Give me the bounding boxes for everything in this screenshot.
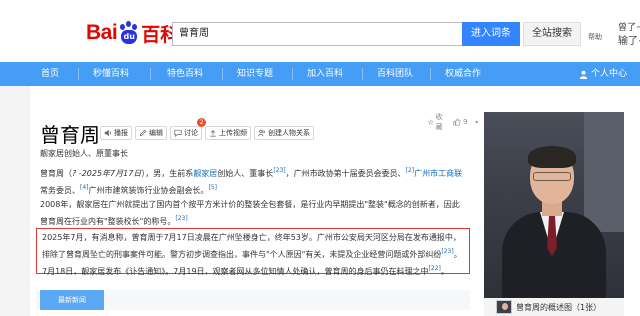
image-caption-label: 曾育周的概述图（1张） [516, 302, 602, 312]
upload-video-label: 上传视频 [219, 129, 247, 137]
upload-video-button[interactable]: 上传视频 [205, 126, 251, 140]
nav-divider [362, 68, 363, 80]
thumbs-up-icon [453, 118, 461, 126]
death-paragraph: 2025年7月，有消息称，曾育周于7月17日凌晨在广州坠楼身亡，终年53岁。广州… [42, 231, 466, 279]
image-caption[interactable]: 曾育周的概述图（1张） [484, 298, 624, 316]
nav-item-team[interactable]: 百科团队 [370, 62, 420, 86]
star-icon [428, 119, 434, 125]
baidu-baike-logo[interactable]: Bai du 百科 [86, 18, 179, 48]
broadcast-label: 播报 [114, 129, 128, 137]
citation[interactable]: [23] [273, 167, 285, 174]
upload-icon [210, 130, 216, 137]
like-count: 9 [463, 118, 468, 126]
user-name-line2[interactable]: 输了~ [618, 32, 640, 47]
pencil-icon [139, 129, 147, 137]
citation[interactable]: [2] [406, 167, 415, 174]
nav-item-join[interactable]: 加入百科 [300, 62, 350, 86]
help-link[interactable]: 帮助 [588, 32, 602, 42]
personal-center-link[interactable]: 个人中心 [568, 62, 638, 86]
edit-label: 编辑 [149, 129, 163, 137]
favorite-button[interactable]: 收藏 [428, 112, 445, 132]
broadcast-button[interactable]: 播报 [100, 126, 132, 140]
entry-content: 收藏 9 1 曾育周 播报 编辑 讨论 2 上传视频 [30, 86, 490, 316]
nav-divider [150, 68, 151, 80]
entry-actions: 播报 编辑 讨论 2 上传视频 创建人物关系 [100, 118, 314, 140]
create-relation-button[interactable]: 创建人物关系 [254, 126, 314, 140]
tab-latest-news[interactable]: 最新新闻 [40, 290, 104, 310]
citation[interactable]: [5] [209, 184, 218, 191]
date-text: ? -2025年7月17日 [72, 169, 142, 178]
portrait-photo[interactable] [484, 112, 624, 298]
enter-entry-button[interactable]: 进入词条 [462, 22, 520, 46]
text: 常务委员、 [40, 186, 80, 195]
entry-title: 曾育周 [40, 123, 100, 147]
search-input[interactable]: 曾育周 [172, 22, 462, 46]
edit-button[interactable]: 编辑 [135, 126, 167, 140]
intro-paragraph: 曾育周（? -2025年7月17日），男，生前系靓家居创始人、董事长[23]，广… [40, 164, 465, 198]
nav-item-featured[interactable]: 特色百科 [160, 62, 210, 86]
text: 2008年，靓家居在广州就提出了国内首个按平方米计价的整装全包套餐，是行业内早期… [40, 200, 460, 226]
history-paragraph: 2008年，靓家居在广州就提出了国内首个按平方米计价的整装全包套餐，是行业内早期… [40, 198, 465, 229]
header: Bai du 百科 曾育周 进入词条 全站搜索 帮助 曾了~ 输了~ [0, 0, 640, 62]
favorite-label: 收藏 [435, 113, 443, 131]
latest-news-bar: 最新新闻 [36, 290, 470, 310]
like-button[interactable]: 9 [453, 118, 467, 126]
paw-icon: du [118, 21, 140, 45]
nav-divider [292, 68, 293, 80]
nav-divider [78, 68, 79, 80]
create-relation-label: 创建人物关系 [268, 129, 310, 137]
citation[interactable]: [22] [429, 265, 441, 272]
site-search-button[interactable]: 全站搜索 [523, 22, 581, 46]
entry-subtitle: 靓家居创始人、原董事长 [40, 149, 128, 158]
text: ，广州市政协第十届委员会委员、 [285, 169, 406, 178]
speaker-icon [104, 129, 111, 137]
text: ），男，生前系 [141, 169, 194, 178]
left-margin [0, 86, 30, 316]
nav-item-miaodong[interactable]: 秒懂百科 [86, 62, 136, 86]
people-icon [258, 129, 265, 137]
thumbnail-icon [496, 300, 512, 314]
link-company[interactable]: 靓家居 [193, 169, 217, 178]
personal-center-label: 个人中心 [590, 69, 627, 79]
text: 2025年7月，有消息称，曾育周于7月17日凌晨在广州坠楼身亡，终年53岁。广州… [42, 233, 461, 259]
citation[interactable]: [4] [80, 184, 89, 191]
summary-image-panel: 曾育周的概述图（1张） [478, 86, 640, 316]
discuss-button[interactable]: 讨论 2 [170, 118, 206, 140]
user-icon [579, 70, 588, 79]
text: 创始人、董事长 [217, 169, 274, 178]
link-federation[interactable]: 广州市工商联 [414, 169, 462, 178]
nav-item-home[interactable]: 首页 [32, 62, 68, 86]
nav-item-topics[interactable]: 知识专题 [230, 62, 280, 86]
discuss-label: 讨论 [184, 129, 198, 137]
text: 广州市建筑装饰行业协会副会长。 [88, 186, 209, 195]
nav-item-cooperation[interactable]: 权威合作 [438, 62, 488, 86]
citation[interactable]: [23] [441, 248, 453, 255]
nav-divider [430, 68, 431, 80]
chat-bubble-icon [174, 129, 182, 137]
nav-divider [222, 68, 223, 80]
text: 曾育周（ [40, 169, 72, 178]
citation[interactable]: [23] [175, 215, 187, 222]
logo-bai: Bai [86, 21, 118, 44]
main-nav: 首页 秒懂百科 特色百科 知识专题 加入百科 百科团队 权威合作 个人中心 [0, 62, 640, 86]
text: 。 [440, 267, 449, 276]
